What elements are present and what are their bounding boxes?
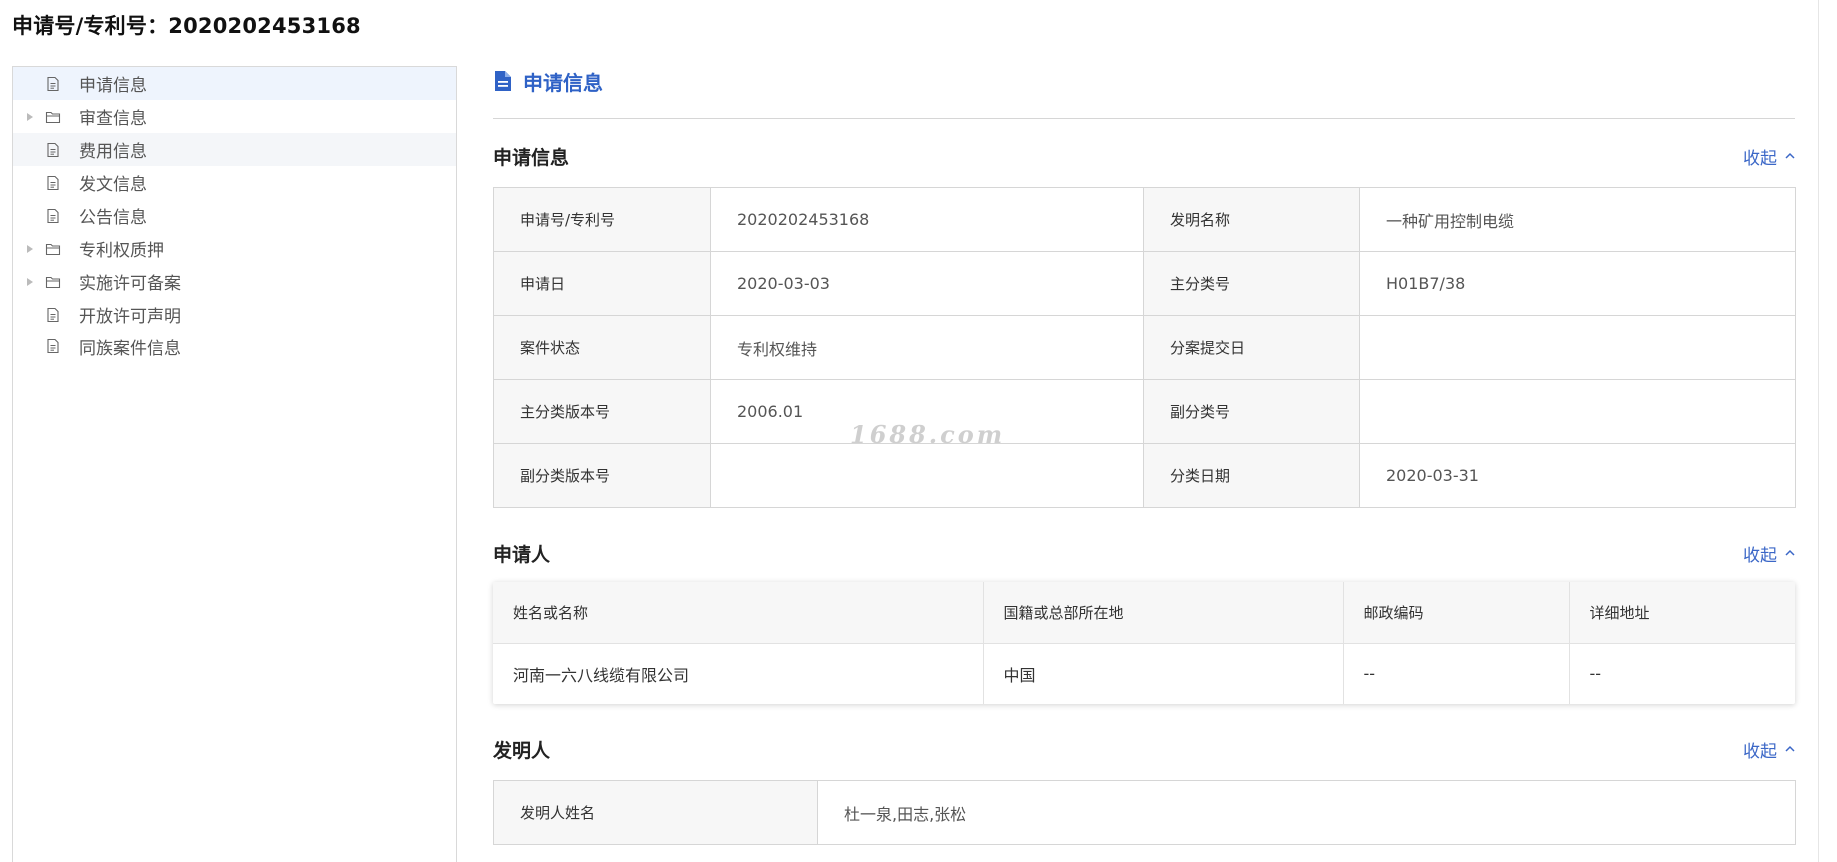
application-section-title: 申请信息 (493, 146, 570, 169)
tree-item[interactable]: 发文信息 (13, 166, 456, 199)
application-info-table: 申请号/专利号 2020202453168 发明名称 一种矿用控制电缆 申请日 2020-… (493, 187, 1796, 508)
folder-icon (45, 109, 61, 125)
field-value (1359, 315, 1796, 380)
tree-item-label: 发文信息 (79, 175, 147, 195)
applicant-section-header: 申请人 收起 (493, 538, 1795, 568)
field-label: 副分类号 (1143, 379, 1360, 444)
column-header: 姓名或名称 (493, 582, 984, 644)
tree-item[interactable]: 同族案件信息 (13, 331, 456, 361)
main-content: 申请信息 申请信息 收起 申请号/专利号 2020202453168 发明名称 一种矿… (493, 60, 1796, 845)
inventor-name-label: 发明人姓名 (493, 780, 818, 845)
field-value: 2020202453168 (710, 187, 1144, 252)
inventor-section-title: 发明人 (493, 739, 551, 762)
watermark: 1688.com (850, 420, 1006, 449)
table-row: 副分类版本号 分类日期 2020-03-31 (493, 443, 1796, 508)
table-row: 案件状态 专利权维持 分案提交日 (493, 315, 1796, 380)
expand-arrow-icon[interactable] (27, 244, 33, 253)
tree-item-label: 申请信息 (79, 76, 147, 96)
tree-item[interactable]: 专利权质押 (13, 232, 456, 265)
field-label: 申请号/专利号 (493, 187, 711, 252)
field-label: 案件状态 (493, 315, 711, 380)
application-collapse-button[interactable]: 收起 (1743, 144, 1795, 169)
tree-item[interactable]: 实施许可备案 (13, 265, 456, 298)
folder-icon (45, 274, 61, 290)
table-row: 主分类版本号 2006.01 副分类号 (493, 379, 1796, 444)
chevron-up-icon (1785, 549, 1795, 556)
file-icon (45, 307, 61, 323)
inventor-section-header: 发明人 收起 (493, 734, 1795, 764)
collapse-label: 收起 (1743, 148, 1777, 169)
column-header: 国籍或总部所在地 (983, 582, 1344, 644)
main-header: 申请信息 (493, 60, 1795, 102)
table-cell: 中国 (983, 643, 1344, 704)
file-icon (45, 338, 61, 354)
tree-item[interactable]: 开放许可声明 (13, 298, 456, 331)
field-value: 专利权维持 (710, 315, 1144, 380)
inventor-collapse-button[interactable]: 收起 (1743, 737, 1795, 762)
document-icon (495, 71, 511, 91)
folder-icon (45, 241, 61, 257)
field-label: 主分类号 (1143, 251, 1360, 316)
field-label: 分案提交日 (1143, 315, 1360, 380)
expand-arrow-icon[interactable] (27, 277, 33, 286)
field-value (1359, 379, 1796, 444)
applicant-collapse-button[interactable]: 收起 (1743, 541, 1795, 566)
tree-item[interactable]: 申请信息 (13, 67, 456, 100)
field-value: 2020-03-03 (710, 251, 1144, 316)
table-row: 申请号/专利号 2020202453168 发明名称 一种矿用控制电缆 (493, 187, 1796, 252)
inventor-table: 发明人姓名 杜一泉,田志,张松 (493, 780, 1796, 845)
tree-item[interactable]: 审查信息 (13, 100, 456, 133)
table-cell: -- (1343, 643, 1570, 704)
tree-item-label: 同族案件信息 (79, 338, 181, 359)
file-icon (45, 208, 61, 224)
field-value (710, 443, 1144, 508)
field-label: 副分类版本号 (493, 443, 711, 508)
field-value: 2020-03-31 (1359, 443, 1796, 508)
table-cell: 河南一六八线缆有限公司 (493, 643, 984, 704)
field-label: 申请日 (493, 251, 711, 316)
page-title: 申请号/专利号：2020202453168 (12, 14, 361, 38)
tree-item-label: 开放许可声明 (79, 307, 181, 327)
scrollbar-track[interactable] (1818, 0, 1819, 862)
file-icon (45, 175, 61, 191)
chevron-up-icon (1785, 152, 1795, 159)
tree-item-label: 实施许可备案 (79, 274, 181, 294)
table-row: 申请日 2020-03-03 主分类号 H01B7/38 (493, 251, 1796, 316)
applicant-section-title: 申请人 (493, 543, 551, 566)
tree-item-label: 费用信息 (79, 142, 147, 162)
table-row: 河南一六八线缆有限公司 中国 -- -- (493, 643, 1795, 704)
column-header: 邮政编码 (1343, 582, 1570, 644)
tree-item[interactable]: 费用信息 (13, 133, 456, 166)
inventor-name-value: 杜一泉,田志,张松 (817, 780, 1796, 845)
field-label: 分类日期 (1143, 443, 1360, 508)
table-row: 发明人姓名 杜一泉,田志,张松 (493, 780, 1796, 845)
expand-arrow-icon[interactable] (27, 112, 33, 121)
navigation-tree: 申请信息审查信息费用信息发文信息公告信息专利权质押实施许可备案 开放许可声明 同族案… (12, 66, 457, 862)
main-header-title: 申请信息 (523, 70, 603, 95)
collapse-label: 收起 (1743, 545, 1777, 566)
column-header: 详细地址 (1569, 582, 1795, 644)
tree-item-label: 公告信息 (79, 208, 147, 228)
chevron-up-icon (1785, 745, 1795, 752)
field-value: H01B7/38 (1359, 251, 1796, 316)
field-label: 发明名称 (1143, 187, 1360, 252)
applicant-table: 姓名或名称 国籍或总部所在地 邮政编码 详细地址 河南一六八线缆有限公司 中国 -- -- (493, 582, 1795, 704)
collapse-label: 收起 (1743, 741, 1777, 762)
tree-item[interactable]: 公告信息 (13, 199, 456, 232)
application-section-header: 申请信息 收起 (493, 141, 1795, 171)
header-divider (493, 118, 1795, 119)
field-label: 主分类版本号 (493, 379, 711, 444)
tree-item-label: 审查信息 (79, 109, 147, 129)
file-icon (45, 76, 61, 92)
tree-item-label: 专利权质押 (79, 241, 164, 261)
field-value: 一种矿用控制电缆 (1359, 187, 1796, 252)
applicant-table-card: 姓名或名称 国籍或总部所在地 邮政编码 详细地址 河南一六八线缆有限公司 中国 -- -- (493, 582, 1795, 704)
file-icon (45, 142, 61, 158)
table-cell: -- (1589, 664, 1602, 684)
